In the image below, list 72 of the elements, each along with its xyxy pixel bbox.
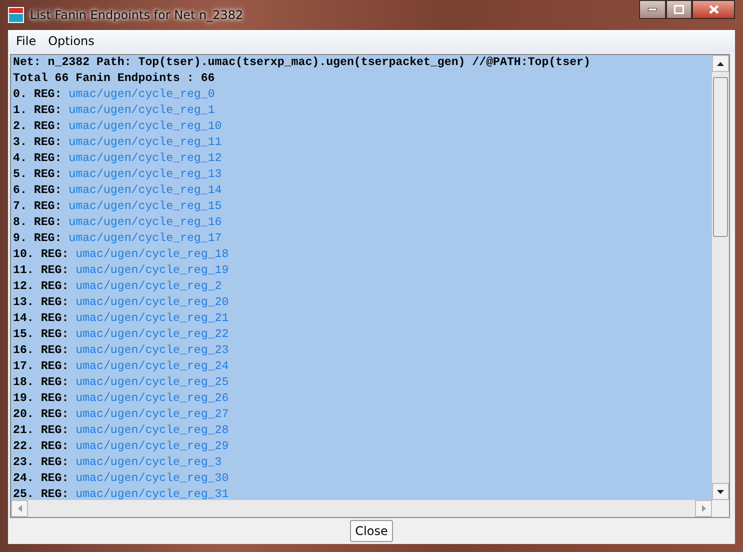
endpoint-link[interactable]: umac/ugen/cycle_reg_19 <box>76 264 229 277</box>
endpoint-link[interactable]: umac/ugen/cycle_reg_21 <box>76 312 229 325</box>
close-icon <box>708 5 718 14</box>
endpoint-label: 19. REG: <box>13 392 69 405</box>
window-title: List Fanin Endpoints for Net n_2382 <box>30 7 244 24</box>
endpoint-label: 6. REG: <box>13 184 62 197</box>
close-window-button[interactable] <box>692 0 735 19</box>
endpoint-label: 21. REG: <box>13 424 69 437</box>
endpoint-label: 11. REG: <box>13 264 69 277</box>
endpoint-label: 22. REG: <box>13 440 69 453</box>
scrollbar-corner <box>712 500 729 517</box>
endpoint-label: 23. REG: <box>13 456 69 469</box>
endpoint-link[interactable]: umac/ugen/cycle_reg_24 <box>76 360 229 373</box>
endpoint-label: 2. REG: <box>13 120 62 133</box>
up-arrow-icon <box>717 62 724 66</box>
endpoint-label: 24. REG: <box>13 472 69 485</box>
maximize-icon <box>674 5 684 14</box>
endpoint-link[interactable]: umac/ugen/cycle_reg_18 <box>76 248 229 261</box>
endpoint-label: 7. REG: <box>13 200 62 213</box>
app-icon <box>8 7 24 23</box>
endpoint-link[interactable]: umac/ugen/cycle_reg_14 <box>68 184 222 197</box>
endpoint-label: 5. REG: <box>13 168 62 181</box>
endpoint-label: 25. REG: <box>13 488 69 500</box>
header-line: Total 66 Fanin Endpoints : 66 <box>13 71 216 87</box>
endpoint-label: 15. REG: <box>13 328 69 341</box>
endpoint-label: 0. REG: <box>13 88 62 101</box>
close-button[interactable]: Close <box>350 520 393 542</box>
vertical-scrollbar[interactable] <box>712 55 729 500</box>
endpoint-link[interactable]: umac/ugen/cycle_reg_13 <box>68 168 222 181</box>
endpoint-label: 20. REG: <box>13 408 69 421</box>
endpoint-label: 18. REG: <box>13 376 69 389</box>
endpoint-link[interactable]: umac/ugen/cycle_reg_11 <box>68 136 222 149</box>
endpoint-link[interactable]: umac/ugen/cycle_reg_26 <box>76 392 229 405</box>
down-arrow-icon <box>717 490 724 494</box>
endpoint-link[interactable]: umac/ugen/cycle_reg_23 <box>76 344 229 357</box>
endpoint-label: 9. REG: <box>13 232 62 245</box>
endpoint-link[interactable]: umac/ugen/cycle_reg_1 <box>68 104 215 117</box>
endpoint-link[interactable]: umac/ugen/cycle_reg_28 <box>76 424 229 437</box>
endpoint-label: 16. REG: <box>13 344 69 357</box>
endpoint-link[interactable]: umac/ugen/cycle_reg_17 <box>68 232 222 245</box>
endpoint-link[interactable]: umac/ugen/cycle_reg_12 <box>68 152 222 165</box>
endpoint-link[interactable]: umac/ugen/cycle_reg_10 <box>68 120 222 133</box>
endpoint-link[interactable]: umac/ugen/cycle_reg_31 <box>76 488 229 500</box>
endpoint-label: 17. REG: <box>13 360 69 373</box>
endpoint-link[interactable]: umac/ugen/cycle_reg_27 <box>76 408 229 421</box>
endpoint-label: 13. REG: <box>13 296 69 309</box>
endpoint-link[interactable]: umac/ugen/cycle_reg_2 <box>76 280 222 293</box>
left-arrow-icon <box>18 505 22 512</box>
endpoint-label: 8. REG: <box>13 216 62 229</box>
minimize-button[interactable] <box>639 0 666 19</box>
endpoint-link[interactable]: umac/ugen/cycle_reg_0 <box>68 88 215 101</box>
endpoint-link[interactable]: umac/ugen/cycle_reg_30 <box>76 472 229 485</box>
endpoint-label: 12. REG: <box>13 280 69 293</box>
minimize-icon <box>648 8 657 11</box>
menu-item[interactable]: File <box>10 30 42 52</box>
endpoint-link[interactable]: umac/ugen/cycle_reg_3 <box>76 456 222 469</box>
endpoint-link[interactable]: umac/ugen/cycle_reg_29 <box>76 440 229 453</box>
endpoint-label: 1. REG: <box>13 104 62 117</box>
endpoint-link[interactable]: umac/ugen/cycle_reg_22 <box>76 328 229 341</box>
header-line: Net: n_2382 Path: Top(tser).umac(tserxp_mac).ugen(tserpacket_gen) //@PATH:Top(tser) <box>13 55 592 71</box>
endpoint-link[interactable]: umac/ugen/cycle_reg_16 <box>68 216 222 229</box>
maximize-button[interactable] <box>666 0 692 19</box>
menu-item[interactable]: Options <box>42 30 100 52</box>
endpoint-label: 10. REG: <box>13 248 69 261</box>
endpoint-label: 3. REG: <box>13 136 62 149</box>
endpoint-link[interactable]: umac/ugen/cycle_reg_15 <box>68 200 222 213</box>
right-arrow-icon <box>702 505 706 512</box>
horizontal-scrollbar[interactable] <box>11 500 712 517</box>
endpoint-label: 4. REG: <box>13 152 62 165</box>
endpoint-link[interactable]: umac/ugen/cycle_reg_25 <box>76 376 229 389</box>
endpoint-link[interactable]: umac/ugen/cycle_reg_20 <box>76 296 229 309</box>
endpoint-label: 14. REG: <box>13 312 69 325</box>
